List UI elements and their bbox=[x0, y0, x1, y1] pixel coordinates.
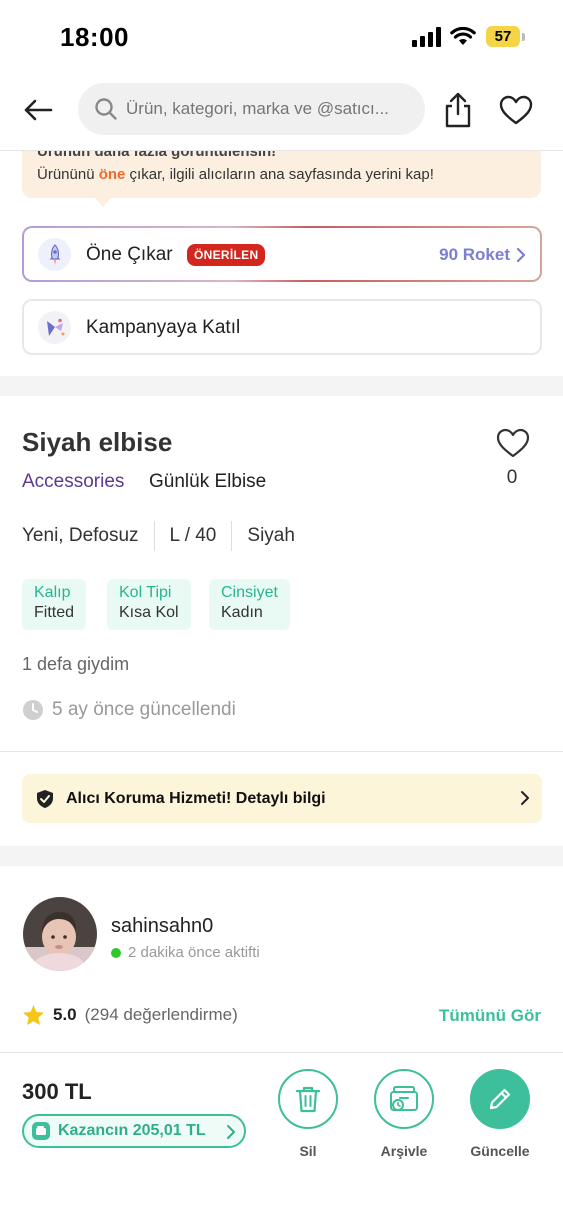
seller-username[interactable]: sahinsahn0 bbox=[111, 915, 213, 938]
rocket-price: 90 Roket bbox=[439, 245, 526, 265]
clock-icon bbox=[23, 700, 43, 720]
chip-value: Fitted bbox=[34, 604, 75, 621]
category-link-sub[interactable]: Günlük Elbise bbox=[149, 471, 266, 493]
see-all-reviews-link[interactable]: Tümünü Gör bbox=[439, 1006, 541, 1026]
attribute-chip-fit: Kalıp Fitted bbox=[22, 579, 87, 630]
delete-button[interactable]: Sil bbox=[273, 1069, 343, 1159]
attribute-divider bbox=[231, 521, 233, 551]
product-title: Siyah elbise bbox=[22, 427, 173, 457]
rocket-price-text: 90 Roket bbox=[439, 245, 510, 264]
heart-icon bbox=[496, 428, 530, 458]
archive-button[interactable]: Arşivle bbox=[369, 1069, 439, 1159]
chip-key: Kol Tipi bbox=[119, 584, 172, 601]
update-circle[interactable] bbox=[470, 1069, 530, 1129]
earnings-text: Kazancın 205,01 TL bbox=[58, 1122, 206, 1139]
cellular-signal-icon bbox=[412, 27, 441, 47]
attribute-chip-gender: Cinsiyet Kadın bbox=[209, 579, 290, 630]
online-status-dot bbox=[111, 947, 121, 958]
pencil-icon bbox=[489, 1088, 511, 1110]
status-bar: 18:00 57 bbox=[0, 0, 563, 72]
share-icon bbox=[445, 92, 471, 128]
battery-tip bbox=[522, 33, 525, 41]
share-button[interactable] bbox=[440, 90, 476, 130]
condition-attribute: Yeni, Defosuz bbox=[22, 525, 139, 546]
status-time: 18:00 bbox=[60, 22, 129, 52]
delete-label: Sil bbox=[299, 1143, 317, 1159]
battery-indicator: 57 bbox=[486, 26, 520, 47]
buyer-protection-text: Alıcı Koruma Hizmeti! Detaylı bilgi bbox=[66, 789, 326, 807]
tooltip-title: Ürünün daha fazla görüntülensin! bbox=[37, 151, 277, 160]
tooltip-text-part: Ürününü bbox=[37, 166, 99, 183]
chip-key: Kalıp bbox=[34, 584, 71, 601]
back-button[interactable] bbox=[20, 92, 56, 128]
heart-icon bbox=[499, 95, 533, 125]
rating-score: 5.0 bbox=[53, 1005, 77, 1024]
section-separator bbox=[0, 846, 563, 866]
campaign-icon bbox=[38, 311, 71, 344]
usage-note: 1 defa giydim bbox=[22, 654, 130, 674]
search-input[interactable] bbox=[126, 99, 406, 119]
seller-avatar[interactable] bbox=[23, 897, 97, 971]
recommended-badge: ÖNERİLEN bbox=[187, 244, 266, 266]
boost-card[interactable]: Öne Çıkar ÖNERİLEN 90 Roket bbox=[22, 226, 542, 282]
favorite-button[interactable] bbox=[497, 92, 535, 128]
rocket-icon bbox=[38, 238, 71, 271]
search-bar[interactable] bbox=[78, 83, 425, 135]
shield-check-icon bbox=[37, 789, 53, 808]
campaign-label: Kampanyaya Katıl bbox=[86, 317, 241, 338]
earnings-button[interactable]: Kazancın 205,01 TL bbox=[22, 1114, 246, 1148]
chevron-right-icon bbox=[521, 791, 529, 805]
top-navigation bbox=[0, 80, 563, 140]
attribute-divider bbox=[153, 521, 155, 551]
trash-icon bbox=[295, 1086, 321, 1113]
seller-activity: 2 dakika önce aktifti bbox=[111, 944, 260, 961]
delete-circle[interactable] bbox=[278, 1069, 338, 1129]
listing-price: 300 TL bbox=[22, 1079, 92, 1104]
seller-activity-text: 2 dakika önce aktifti bbox=[128, 944, 260, 961]
updated-text: 5 ay önce güncellendi bbox=[52, 699, 236, 720]
size-attribute: L / 40 bbox=[169, 525, 217, 546]
category-link-main[interactable]: Accessories bbox=[22, 471, 124, 493]
tooltip-text-part: çıkar, ilgili alıcıların ana sayfasında … bbox=[125, 166, 434, 183]
search-icon bbox=[95, 98, 117, 120]
color-attribute: Siyah bbox=[247, 525, 295, 546]
archive-icon bbox=[390, 1086, 418, 1111]
arrow-left-icon bbox=[24, 99, 53, 121]
like-count: 0 bbox=[506, 467, 518, 488]
product-attributes: Yeni, Defosuz L / 40 Siyah bbox=[22, 520, 295, 552]
tooltip-highlight: öne bbox=[98, 166, 126, 183]
archive-circle[interactable] bbox=[374, 1069, 434, 1129]
section-divider bbox=[0, 751, 563, 752]
tooltip-text: Ürününü öne çıkar, ilgili alıcıların ana… bbox=[37, 166, 434, 183]
product-like-button[interactable] bbox=[494, 425, 532, 461]
attribute-chip-sleeve: Kol Tipi Kısa Kol bbox=[107, 579, 191, 630]
update-button[interactable]: Güncelle bbox=[465, 1069, 535, 1159]
campaign-card[interactable]: Kampanyaya Katıl bbox=[22, 299, 542, 355]
chevron-right-icon bbox=[516, 247, 526, 263]
tooltip-arrow bbox=[94, 197, 112, 207]
bottom-action-bar: 300 TL Kazancın 205,01 TL Sil Arşivle Gü… bbox=[0, 1052, 563, 1219]
chevron-right-icon bbox=[227, 1125, 235, 1139]
archive-label: Arşivle bbox=[380, 1143, 428, 1159]
section-separator bbox=[0, 376, 563, 396]
boost-tooltip: Ürünün daha fazla görüntülensin! Ürününü… bbox=[22, 151, 541, 198]
rating-count: (294 değerlendirme) bbox=[84, 1005, 238, 1024]
wallet-icon bbox=[32, 1122, 50, 1140]
chip-key: Cinsiyet bbox=[221, 584, 278, 601]
update-label: Güncelle bbox=[470, 1143, 530, 1159]
wifi-icon bbox=[450, 26, 476, 45]
buyer-protection-banner[interactable]: Alıcı Koruma Hizmeti! Detaylı bilgi bbox=[22, 774, 542, 823]
seller-rating: 5.0 (294 değerlendirme) bbox=[22, 1004, 238, 1026]
chip-value: Kadın bbox=[221, 604, 263, 621]
star-icon bbox=[22, 1004, 45, 1026]
updated-info: 5 ay önce güncellendi bbox=[22, 699, 236, 721]
boost-label: Öne Çıkar bbox=[86, 244, 173, 265]
chip-value: Kısa Kol bbox=[119, 604, 179, 621]
